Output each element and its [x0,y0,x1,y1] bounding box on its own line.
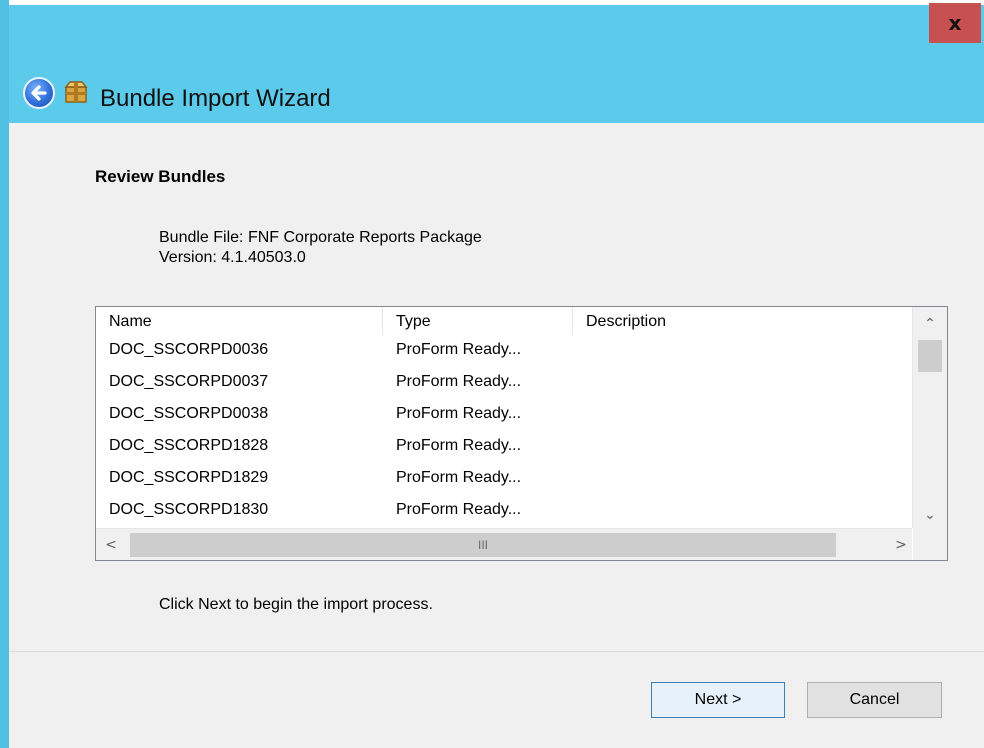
scroll-down-icon[interactable]: ⌄ [913,502,947,528]
list-header: Name Type Description [96,307,912,335]
column-header-type[interactable]: Type [383,307,573,335]
vertical-scroll-thumb[interactable] [918,340,942,372]
item-type: ProForm Ready... [396,437,522,454]
bundle-list[interactable]: Name Type Description DOC_SSCORPD0036 Pr… [95,306,948,561]
horizontal-scroll-thumb[interactable]: III [130,533,836,557]
item-type: ProForm Ready... [396,405,522,422]
wizard-header: Bundle Import Wizard [9,45,984,123]
package-box-icon [63,79,89,105]
instruction-text: Click Next to begin the import process. [159,596,433,613]
horizontal-scrollbar[interactable]: < III > [96,528,912,560]
wizard-footer: Next > Cancel [9,652,984,748]
back-arrow-icon[interactable] [23,77,55,109]
list-item[interactable]: DOC_SSCORPD0036 ProForm Ready... [96,335,912,367]
vertical-scrollbar[interactable]: ⌃ ⌄ [912,307,947,528]
item-type: ProForm Ready... [396,501,522,518]
section-title: Review Bundles [95,167,226,186]
list-item[interactable]: DOC_SSCORPD1829 ProForm Ready... [96,463,912,495]
wizard-window: x Bundle Import Wizard Review Bundles Bu… [0,0,984,748]
item-name: DOC_SSCORPD1829 [109,469,269,486]
top-edge [0,0,984,5]
list-item[interactable]: DOC_SSCORPD1828 ProForm Ready... [96,431,912,463]
scroll-up-icon[interactable]: ⌃ [913,311,947,337]
column-header-description[interactable]: Description [573,307,912,335]
list-item[interactable]: DOC_SSCORPD1830 ProForm Ready... [96,495,912,527]
item-name: DOC_SSCORPD0037 [109,373,269,390]
bundle-file-label: Bundle File: FNF Corporate Reports Packa… [159,229,482,246]
next-button[interactable]: Next > [651,682,785,718]
column-header-name[interactable]: Name [96,307,383,335]
list-item[interactable]: DOC_SSCORPD0038 ProForm Ready... [96,399,912,431]
list-body: DOC_SSCORPD0036 ProForm Ready... DOC_SSC… [96,335,912,531]
item-name: DOC_SSCORPD0038 [109,405,269,422]
bundle-version-label: Version: 4.1.40503.0 [159,249,306,266]
window-left-border [0,0,9,748]
item-type: ProForm Ready... [396,341,522,358]
scroll-right-icon[interactable]: > [886,529,916,560]
item-type: ProForm Ready... [396,373,522,390]
wizard-title: Bundle Import Wizard [100,85,331,112]
item-type: ProForm Ready... [396,469,522,486]
bundle-info: Bundle File: FNF Corporate Reports Packa… [159,228,482,268]
scroll-left-icon[interactable]: < [96,529,126,560]
wizard-content: Review Bundles Bundle File: FNF Corporat… [9,123,984,651]
item-name: DOC_SSCORPD1830 [109,501,269,518]
item-name: DOC_SSCORPD1828 [109,437,269,454]
scrollbar-corner [913,528,947,560]
list-item[interactable]: DOC_SSCORPD0037 ProForm Ready... [96,367,912,399]
cancel-button[interactable]: Cancel [807,682,942,718]
item-name: DOC_SSCORPD0036 [109,341,269,358]
close-button[interactable]: x [929,3,981,43]
